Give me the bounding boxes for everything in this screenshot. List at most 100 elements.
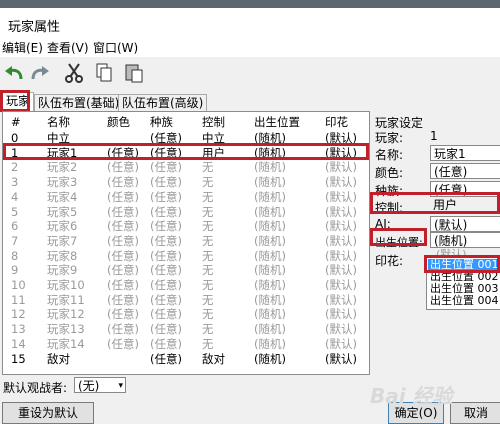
watermark: Bai 经验 bbox=[370, 384, 453, 408]
cell-race: (任意) bbox=[150, 351, 182, 366]
color-select[interactable]: (任意) bbox=[430, 163, 500, 179]
header-color: 颜色 bbox=[107, 115, 130, 129]
cell-index: 10 bbox=[11, 278, 26, 292]
cell-color: (任意) bbox=[107, 204, 139, 219]
cell-name: 玩家2 bbox=[47, 160, 78, 175]
cell-race: (任意) bbox=[150, 219, 182, 234]
name-label: 名称: bbox=[375, 148, 404, 162]
copy-icon[interactable] bbox=[92, 61, 116, 85]
spawn-option-4[interactable]: 出生位置 004 bbox=[430, 295, 499, 306]
observer-value: (无) bbox=[78, 379, 100, 393]
cell-spawn: (随机) bbox=[254, 278, 286, 292]
name-field[interactable]: 玩家1 bbox=[430, 145, 500, 161]
cell-spawn: (随机) bbox=[254, 307, 286, 322]
undo-icon[interactable] bbox=[2, 61, 26, 85]
cell-control: 无 bbox=[202, 263, 214, 278]
cell-index: 5 bbox=[11, 204, 19, 219]
cell-decal: (默认) bbox=[325, 248, 357, 263]
cell-name: 玩家5 bbox=[47, 204, 78, 219]
decal-label: 印花: bbox=[375, 254, 404, 268]
cell-decal: (默认) bbox=[325, 307, 357, 322]
redo-icon[interactable] bbox=[28, 61, 52, 85]
cell-name: 玩家9 bbox=[47, 263, 78, 278]
title-bar: 玩家属性 bbox=[0, 8, 500, 35]
cell-control: 无 bbox=[202, 307, 214, 322]
header-decal: 印花 bbox=[325, 115, 348, 129]
header-name: 名称 bbox=[47, 115, 70, 129]
cell-spawn: (随机) bbox=[254, 351, 286, 366]
window-title: 玩家属性 bbox=[8, 20, 61, 35]
cell-spawn: (随机) bbox=[254, 248, 286, 263]
cell-name: 玩家3 bbox=[47, 175, 78, 190]
player-label: 玩家: bbox=[375, 131, 404, 145]
cell-control: 无 bbox=[202, 189, 214, 204]
header-control: 控制 bbox=[202, 115, 225, 129]
cell-index: 12 bbox=[11, 307, 26, 322]
cell-control: 无 bbox=[202, 336, 214, 351]
highlight-spawn-option bbox=[424, 255, 500, 273]
cell-decal: (默认) bbox=[325, 160, 357, 175]
cell-decal: (默认) bbox=[325, 263, 357, 278]
header-index: # bbox=[11, 115, 21, 129]
cell-race: (任意) bbox=[150, 160, 182, 175]
cell-control: 无 bbox=[202, 233, 214, 248]
highlight-row-1 bbox=[3, 143, 369, 160]
cell-race: (任意) bbox=[150, 336, 182, 351]
cell-control: 无 bbox=[202, 322, 214, 337]
cell-spawn: (随机) bbox=[254, 160, 286, 175]
cell-color: (任意) bbox=[107, 292, 139, 307]
menu-view[interactable]: 查看(V) bbox=[47, 39, 89, 56]
cell-name: 玩家14 bbox=[47, 336, 85, 351]
cell-race: (任意) bbox=[150, 292, 182, 307]
header-race: 种族 bbox=[150, 115, 173, 129]
cell-index: 4 bbox=[11, 189, 19, 204]
observer-select[interactable]: (无) ▾ bbox=[74, 377, 126, 393]
window-top-strip bbox=[0, 0, 500, 8]
cell-decal: (默认) bbox=[325, 278, 357, 292]
tab-team-advanced[interactable]: 队伍布置(高级) bbox=[118, 94, 208, 111]
cell-color: (任意) bbox=[107, 263, 139, 278]
cell-decal: (默认) bbox=[325, 189, 357, 204]
cell-index: 6 bbox=[11, 219, 19, 234]
color-label: 颜色: bbox=[375, 166, 404, 180]
spawn-option-3[interactable]: 出生位置 003 bbox=[430, 283, 499, 294]
cell-index: 3 bbox=[11, 175, 19, 190]
cell-decal: (默认) bbox=[325, 351, 357, 366]
paste-icon[interactable] bbox=[122, 61, 146, 85]
cell-control: 无 bbox=[202, 248, 214, 263]
cell-spawn: (随机) bbox=[254, 263, 286, 278]
menu-bar: 编辑(E) 查看(V) 窗口(W) bbox=[0, 35, 500, 57]
cell-decal: (默认) bbox=[325, 219, 357, 234]
player-value: 1 bbox=[430, 129, 438, 143]
cell-index: 11 bbox=[11, 292, 26, 307]
cell-color: (任意) bbox=[107, 307, 139, 322]
cell-race: (任意) bbox=[150, 307, 182, 322]
cell-name: 玩家7 bbox=[47, 233, 78, 248]
menu-edit[interactable]: 编辑(E) bbox=[2, 39, 43, 56]
cell-race: (任意) bbox=[150, 248, 182, 263]
highlight-spawn-label bbox=[370, 228, 427, 246]
toolbar bbox=[0, 57, 500, 89]
tab-strip: 玩家 队伍布置(基础) 队伍布置(高级) bbox=[0, 90, 500, 112]
cell-spawn: (随机) bbox=[254, 204, 286, 219]
cancel-button[interactable]: 取消 bbox=[450, 402, 500, 424]
cell-index: 2 bbox=[11, 160, 19, 175]
cell-control: 敌对 bbox=[202, 351, 225, 366]
cell-name: 敌对 bbox=[47, 351, 70, 366]
cell-color: (任意) bbox=[107, 322, 139, 337]
cell-race: (任意) bbox=[150, 233, 182, 248]
observer-label: 默认观战者: bbox=[3, 381, 68, 395]
tab-team-basic[interactable]: 队伍布置(基础) bbox=[34, 94, 124, 111]
cell-control: 无 bbox=[202, 219, 214, 234]
cell-name: 玩家11 bbox=[47, 292, 85, 307]
cut-icon[interactable] bbox=[62, 61, 86, 85]
header-spawn: 出生位置 bbox=[254, 115, 300, 129]
cell-index: 9 bbox=[11, 263, 19, 278]
cell-color: (任意) bbox=[107, 219, 139, 234]
cell-spawn: (随机) bbox=[254, 322, 286, 337]
reset-default-button[interactable]: 重设为默认 bbox=[2, 402, 94, 424]
cell-decal: (默认) bbox=[325, 292, 357, 307]
cell-race: (任意) bbox=[150, 263, 182, 278]
menu-window[interactable]: 窗口(W) bbox=[93, 39, 138, 56]
player-settings-panel: 玩家设定 玩家: 1 名称: 玩家1 颜色: (任意) 种族: (任意) 控制:… bbox=[370, 111, 500, 373]
